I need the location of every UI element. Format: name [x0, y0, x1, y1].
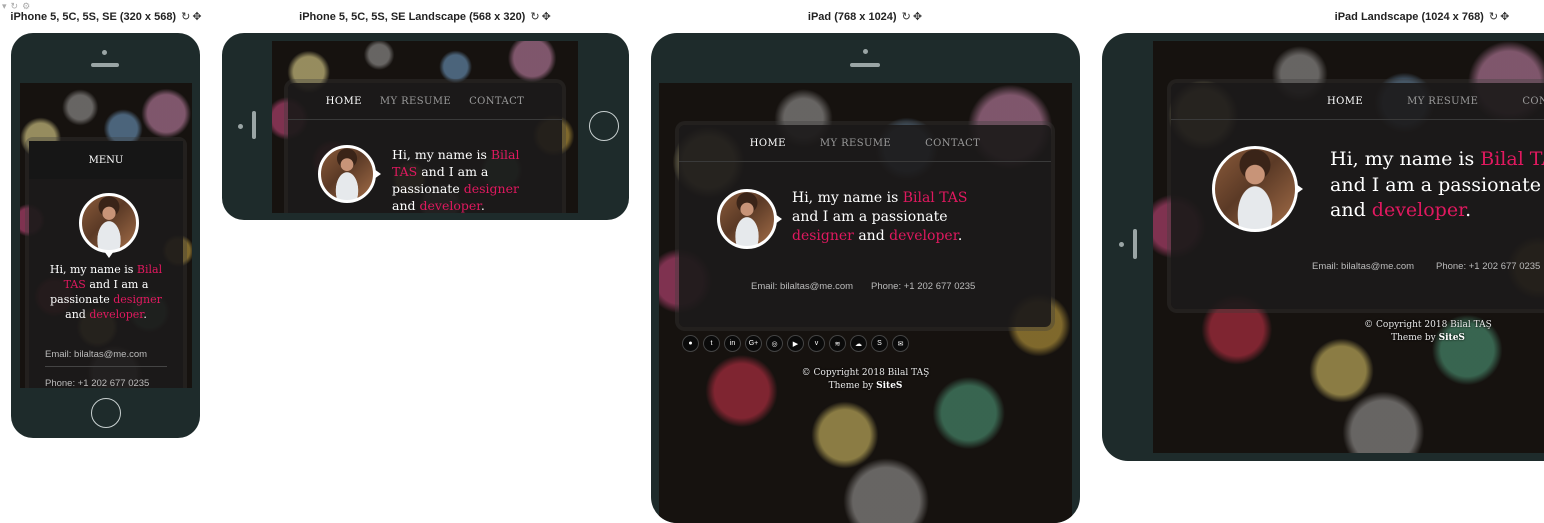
camera — [238, 124, 243, 129]
nav-contact[interactable]: CONTACT — [469, 96, 524, 107]
twitter-icon[interactable]: t — [704, 336, 719, 351]
speaker — [91, 63, 119, 67]
rotate-icon[interactable]: ↻ — [530, 11, 539, 23]
intro-text: Hi, my name is Bilal TAS and I am a pass… — [49, 263, 163, 321]
move-icon[interactable]: ✥ — [913, 11, 922, 23]
profile-card: HOME MY RESUME CONTACT Hi, my name is Bi… — [288, 83, 562, 213]
camera — [102, 50, 107, 55]
social-links: ● t in G+ ◎ ▶ v ≋ ☁ S ✉ — [683, 336, 908, 351]
ipad-screen: HOME MY RESUME CONTACT Hi, my name is Bi… — [659, 83, 1072, 523]
iphone-screen: MENU Hi, my name is Bilal TAS and I am a… — [20, 83, 192, 388]
nav-resume[interactable]: MY RESUME — [820, 138, 891, 149]
instagram-icon[interactable]: ◎ — [767, 336, 782, 351]
device-label-ipad-landscape: iPad Landscape (1024 x 768) ↻ ✥ — [1334, 11, 1510, 23]
camera — [1119, 242, 1124, 247]
ipad-landscape-device: HOME MY RESUME CONTACT Hi, my name is Bi… — [1102, 33, 1544, 461]
nav-home[interactable]: HOME — [750, 138, 786, 149]
avatar — [717, 189, 782, 249]
speaker — [850, 63, 880, 67]
profile-card: HOME MY RESUME CONTACT Hi, my name is Bi… — [1171, 83, 1544, 309]
nav-contact[interactable]: CONTACT — [925, 138, 980, 149]
phone-text[interactable]: Phone: +1 202 677 0235 — [871, 281, 975, 292]
nav-home[interactable]: HOME — [1327, 96, 1363, 107]
menu-bar[interactable]: MENU — [29, 141, 183, 179]
nav-home[interactable]: HOME — [326, 96, 362, 107]
email-text[interactable]: Email: bilaltas@me.com — [45, 349, 147, 360]
footer: © Copyright 2018 Bilal TAŞ Theme by Site… — [801, 368, 930, 391]
device-label-ipad: iPad (768 x 1024) ↻ ✥ — [807, 11, 923, 23]
device-label-iphone-landscape: iPhone 5, 5C, 5S, SE Landscape (568 x 32… — [299, 11, 551, 23]
nav-contact[interactable]: CONTACT — [1522, 96, 1544, 107]
ipad-landscape-screen: HOME MY RESUME CONTACT Hi, my name is Bi… — [1153, 41, 1544, 453]
theme-link[interactable]: SiteS — [1439, 333, 1465, 343]
iphone-landscape-device: HOME MY RESUME CONTACT Hi, my name is Bi… — [222, 33, 629, 220]
phone-text[interactable]: Phone: +1 202 677 0235 — [1436, 261, 1540, 272]
speaker — [252, 111, 256, 139]
move-icon[interactable]: ✥ — [542, 11, 551, 23]
camera — [863, 49, 868, 54]
iphone-landscape-screen: HOME MY RESUME CONTACT Hi, my name is Bi… — [272, 41, 578, 213]
skype-icon[interactable]: S — [872, 336, 887, 351]
spotify-icon[interactable]: ≋ — [830, 336, 845, 351]
email-text[interactable]: Email: bilaltas@me.com — [1312, 261, 1414, 272]
avatar — [79, 193, 139, 258]
email-text[interactable]: Email: bilaltas@me.com — [751, 281, 853, 292]
speaker — [1133, 229, 1137, 259]
divider — [45, 366, 167, 367]
avatar — [1212, 146, 1303, 232]
profile-card: HOME MY RESUME CONTACT Hi, my name is Bi… — [679, 125, 1051, 327]
intro-text: Hi, my name is Bilal TAS and I am a pass… — [792, 190, 968, 244]
move-icon[interactable]: ✥ — [1500, 11, 1509, 23]
move-icon[interactable]: ✥ — [192, 11, 201, 23]
rotate-icon[interactable]: ↻ — [902, 11, 911, 23]
intro-text: Hi, my name is Bilal TAS and I am a pass… — [392, 147, 520, 213]
phone-text[interactable]: Phone: +1 202 677 0235 — [45, 378, 149, 388]
nav-resume[interactable]: MY RESUME — [380, 96, 451, 107]
github-icon[interactable]: ● — [683, 336, 698, 351]
rotate-icon[interactable]: ↻ — [1489, 11, 1498, 23]
avatar — [318, 145, 381, 203]
nav-resume[interactable]: MY RESUME — [1407, 96, 1478, 107]
intro-text: Hi, my name is Bilal TAS and I am a pass… — [1330, 148, 1544, 222]
footer: © Copyright 2018 Bilal TAŞ Theme by Site… — [1364, 320, 1492, 343]
main-nav: HOME MY RESUME CONTACT — [1171, 83, 1544, 120]
rotate-icon[interactable]: ↻ — [181, 11, 190, 23]
home-button[interactable] — [589, 111, 619, 141]
home-button[interactable] — [91, 398, 121, 428]
iphone-device: MENU Hi, my name is Bilal TAS and I am a… — [11, 33, 200, 438]
pin-icon[interactable]: ▾ — [2, 1, 7, 12]
main-nav: HOME MY RESUME CONTACT — [288, 83, 562, 120]
profile-card: MENU Hi, my name is Bilal TAS and I am a… — [29, 141, 183, 388]
email-icon[interactable]: ✉ — [893, 336, 908, 351]
theme-link[interactable]: SiteS — [876, 381, 902, 391]
ipad-device: HOME MY RESUME CONTACT Hi, my name is Bi… — [651, 33, 1080, 523]
vimeo-icon[interactable]: v — [809, 336, 824, 351]
youtube-icon[interactable]: ▶ — [788, 336, 803, 351]
linkedin-icon[interactable]: in — [725, 336, 740, 351]
main-nav: HOME MY RESUME CONTACT — [679, 125, 1051, 162]
google-plus-icon[interactable]: G+ — [746, 336, 761, 351]
device-label-iphone: iPhone 5, 5C, 5S, SE (320 x 568) ↻ ✥ — [10, 11, 202, 23]
soundcloud-icon[interactable]: ☁ — [851, 336, 866, 351]
